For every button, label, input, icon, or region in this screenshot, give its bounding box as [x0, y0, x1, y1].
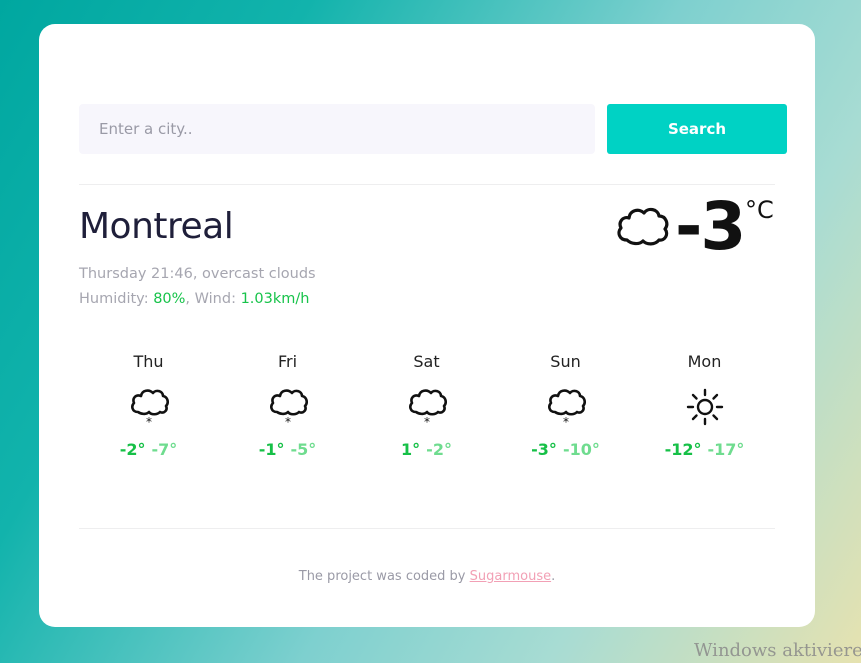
author-link[interactable]: Sugarmouse	[470, 569, 551, 584]
forecast-day-name: Thu	[133, 352, 164, 371]
svg-text:*: *	[146, 415, 152, 428]
snow-cloud-icon: *	[130, 389, 169, 428]
city-name: Montreal	[79, 206, 234, 247]
forecast-low: -10°	[562, 440, 600, 459]
temperature-unit: °C	[745, 196, 774, 224]
footer: The project was coded by Sugarmouse.	[39, 569, 815, 584]
forecast-day: Sat * 1° -2°	[357, 352, 496, 459]
divider	[79, 184, 775, 185]
forecast-day-name: Mon	[687, 352, 722, 371]
svg-text:*: *	[563, 415, 569, 428]
weather-details: Thursday 21:46, overcast clouds Humidity…	[79, 262, 316, 312]
snow-cloud-icon: *	[408, 389, 447, 428]
divider	[79, 528, 775, 529]
forecast-temps: 1° -2°	[357, 440, 496, 459]
wind-label: , Wind:	[185, 291, 241, 307]
footer-text: The project was coded by	[298, 569, 470, 584]
footer-suffix: .	[551, 569, 556, 584]
city-search-input[interactable]	[79, 104, 595, 154]
snow-cloud-icon: *	[547, 389, 586, 428]
forecast-low: -17°	[707, 440, 745, 459]
forecast-high: -3°	[531, 440, 557, 459]
weather-card: Search Montreal Thursday 21:46, overcast…	[39, 24, 815, 627]
forecast-temps: -1° -5°	[218, 440, 357, 459]
svg-text:*: *	[285, 415, 291, 428]
forecast-day: Sun * -3° -10°	[496, 352, 635, 459]
forecast-day-name: Fri	[277, 352, 298, 371]
search-button[interactable]: Search	[607, 104, 787, 154]
forecast-temps: -3° -10°	[496, 440, 635, 459]
sun-icon	[686, 388, 723, 426]
date-description: Thursday 21:46, overcast clouds	[79, 266, 316, 282]
humidity-wind: Humidity: 80%, Wind: 1.03km/h	[79, 287, 316, 312]
cloud-icon	[617, 207, 669, 246]
current-temperature: -3	[675, 188, 746, 265]
forecast-temps: -12° -17°	[635, 440, 774, 459]
wind-value: 1.03km/h	[240, 291, 310, 307]
forecast-day-name: Sun	[550, 352, 581, 371]
forecast-low: -7°	[151, 440, 178, 459]
windows-activation-watermark: Windows aktivieren	[694, 640, 861, 661]
humidity-label: Humidity:	[79, 291, 154, 307]
forecast-day: Fri * -1° -5°	[218, 352, 357, 459]
current-weather: -3 °C	[615, 192, 785, 272]
forecast-high: -1°	[258, 440, 285, 459]
forecast-low: -5°	[290, 440, 317, 459]
forecast-high: -2°	[119, 440, 146, 459]
forecast-day-name: Sat	[413, 352, 440, 371]
svg-text:*: *	[424, 415, 430, 428]
forecast: Thu * -2° -7° Fri * -1° -5° Sat * 1° -2°	[79, 352, 775, 482]
snow-cloud-icon: *	[269, 389, 308, 428]
forecast-temps: -2° -7°	[79, 440, 218, 459]
humidity-value: 80%	[153, 291, 186, 307]
forecast-high: -12°	[664, 440, 702, 459]
forecast-day: Thu * -2° -7°	[79, 352, 218, 459]
forecast-high: 1°	[401, 440, 421, 459]
search-form: Search	[79, 104, 787, 154]
forecast-low: -2°	[426, 440, 452, 459]
forecast-day: Mon -12° -17°	[635, 352, 774, 459]
